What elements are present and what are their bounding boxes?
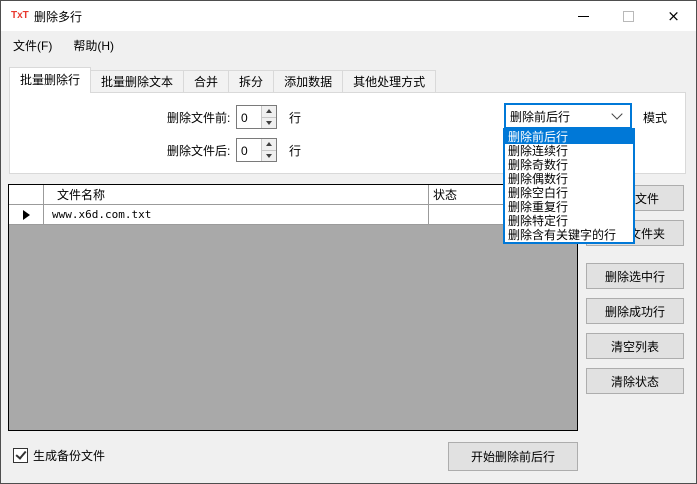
menu-help[interactable]: 帮助(H) xyxy=(64,32,123,59)
spin-down-button[interactable] xyxy=(262,151,276,162)
clear-status-button[interactable]: 清除状态 xyxy=(586,368,684,394)
triangle-down-icon xyxy=(266,121,272,125)
delete-before-spinner xyxy=(236,105,277,129)
maximize-icon xyxy=(623,11,634,22)
mode-combobox[interactable]: 删除前后行 xyxy=(504,103,632,129)
grid-header-row: 文件名称 状态 xyxy=(9,185,577,205)
backup-checkbox[interactable] xyxy=(13,448,28,463)
window-controls: × xyxy=(561,1,696,31)
dropdown-item[interactable]: 删除空白行 xyxy=(505,186,633,200)
tab-batch-delete-lines[interactable]: 批量删除行 xyxy=(9,67,91,93)
grid-cell-filename[interactable]: www.x6d.com.txt xyxy=(44,205,429,225)
delete-before-label: 删除文件前: xyxy=(167,109,230,126)
delete-before-spin-buttons xyxy=(261,106,276,128)
dropdown-item[interactable]: 删除特定行 xyxy=(505,214,633,228)
delete-after-label: 删除文件后: xyxy=(167,142,230,159)
grid-header-filename[interactable]: 文件名称 xyxy=(44,185,429,205)
dropdown-item[interactable]: 删除重复行 xyxy=(505,200,633,214)
dropdown-item[interactable]: 删除前后行 xyxy=(505,130,633,144)
dropdown-item[interactable]: 删除偶数行 xyxy=(505,172,633,186)
delete-selected-row-button[interactable]: 删除选中行 xyxy=(586,263,684,289)
minimize-icon xyxy=(578,16,589,17)
backup-checkbox-wrap: 生成备份文件 xyxy=(13,447,105,464)
title-bar: TxT 删除多行 × xyxy=(1,1,696,31)
tab-add-data[interactable]: 添加数据 xyxy=(274,70,343,93)
delete-after-spin-buttons xyxy=(261,139,276,161)
dropdown-item[interactable]: 删除奇数行 xyxy=(505,158,633,172)
tab-other-methods[interactable]: 其他处理方式 xyxy=(343,70,436,93)
clear-list-button[interactable]: 清空列表 xyxy=(586,333,684,359)
tab-split[interactable]: 拆分 xyxy=(229,70,274,93)
mode-dropdown-list: 删除前后行 删除连续行 删除奇数行 删除偶数行 删除空白行 删除重复行 删除特定… xyxy=(503,128,635,244)
mode-caption: 模式 xyxy=(643,109,667,126)
delete-after-input[interactable] xyxy=(237,139,261,161)
file-grid: 文件名称 状态 www.x6d.com.txt xyxy=(8,184,578,431)
menu-file[interactable]: 文件(F) xyxy=(4,32,61,59)
tab-strip: 批量删除行 批量删除文本 合并 拆分 添加数据 其他处理方式 xyxy=(9,67,436,93)
current-row-cell xyxy=(9,205,44,225)
app-window: TxT 删除多行 × 文件(F) 帮助(H) 批量删除行 批量删除文本 合并 拆… xyxy=(0,0,697,484)
close-button[interactable]: × xyxy=(651,1,696,31)
triangle-up-icon xyxy=(266,109,272,113)
triangle-down-icon xyxy=(266,154,272,158)
delete-before-unit: 行 xyxy=(289,109,301,126)
spin-up-button[interactable] xyxy=(262,139,276,151)
chevron-down-icon xyxy=(611,108,622,119)
delete-before-input[interactable] xyxy=(237,106,261,128)
spin-down-button[interactable] xyxy=(262,118,276,129)
tab-batch-delete-text[interactable]: 批量删除文本 xyxy=(91,70,184,93)
app-logo-icon: TxT xyxy=(11,10,29,21)
minimize-button[interactable] xyxy=(561,1,606,31)
grid-header-rowmarker xyxy=(9,185,44,205)
delete-after-unit: 行 xyxy=(289,142,301,159)
dropdown-item[interactable]: 删除连续行 xyxy=(505,144,633,158)
check-icon xyxy=(15,448,26,460)
dropdown-item[interactable]: 删除含有关键字的行 xyxy=(505,228,633,242)
tab-merge[interactable]: 合并 xyxy=(184,70,229,93)
grid-row[interactable]: www.x6d.com.txt xyxy=(9,205,577,225)
mode-combobox-value: 删除前后行 xyxy=(506,108,613,125)
triangle-up-icon xyxy=(266,142,272,146)
maximize-button[interactable] xyxy=(606,1,651,31)
close-icon: × xyxy=(667,9,680,24)
backup-checkbox-label: 生成备份文件 xyxy=(33,447,105,464)
current-row-marker-icon xyxy=(23,210,30,220)
window-title: 删除多行 xyxy=(34,8,82,25)
menu-bar: 文件(F) 帮助(H) xyxy=(1,31,696,59)
spin-up-button[interactable] xyxy=(262,106,276,118)
start-delete-button[interactable]: 开始删除前后行 xyxy=(448,442,578,471)
delete-after-spinner xyxy=(236,138,277,162)
delete-success-rows-button[interactable]: 删除成功行 xyxy=(586,298,684,324)
